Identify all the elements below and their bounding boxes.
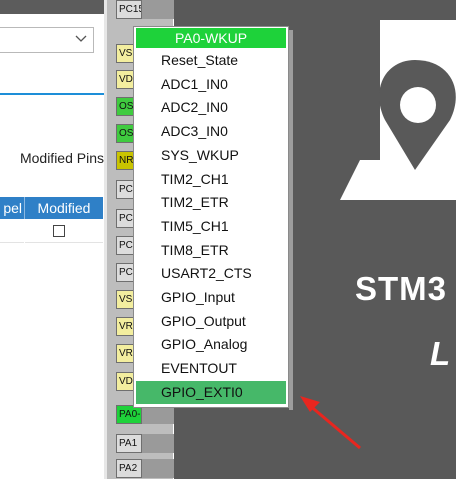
menu-item[interactable]: EVENTOUT: [136, 357, 286, 380]
column-header-modified[interactable]: Modified: [25, 197, 103, 219]
pin-0[interactable]: PC15: [116, 0, 142, 19]
menu-item[interactable]: ADC2_IN0: [136, 96, 286, 119]
chip-package-text: L: [430, 335, 451, 372]
pinout-config-panel: Modified Pins pel Modified: [0, 0, 106, 479]
menu-item[interactable]: USART2_CTS: [136, 262, 286, 285]
pin-lead: [142, 459, 174, 478]
menu-item[interactable]: GPIO_Output: [136, 310, 286, 333]
menu-header-pin-name: PA0-WKUP: [136, 28, 286, 48]
pin-15[interactable]: PA1: [116, 434, 142, 453]
red-arrow-icon: [300, 396, 361, 450]
pin-lead: [142, 434, 174, 453]
menu-item[interactable]: TIM2_ETR: [136, 191, 286, 214]
menu-item[interactable]: TIM2_CH1: [136, 168, 286, 191]
menu-item[interactable]: SYS_WKUP: [136, 144, 286, 167]
modified-checkbox[interactable]: [53, 225, 65, 237]
pin-16[interactable]: PA2: [116, 459, 142, 478]
column-header-label[interactable]: pel: [0, 197, 24, 219]
modified-pins-checkbox-label[interactable]: Modified Pins: [0, 150, 104, 166]
chip-name-text: STM3: [355, 270, 448, 307]
panel-top-strip: [0, 0, 106, 14]
menu-item[interactable]: TIM8_ETR: [136, 239, 286, 262]
table-row-label-cell: [0, 219, 24, 243]
menu-item[interactable]: GPIO_Input: [136, 286, 286, 309]
panel-divider: [0, 93, 106, 95]
menu-item[interactable]: ADC1_IN0: [136, 73, 286, 96]
pin-lead: [142, 0, 174, 19]
dropdown-shadow: [289, 30, 293, 410]
menu-item[interactable]: Reset_State: [136, 49, 286, 72]
chevron-down-icon[interactable]: [74, 32, 88, 46]
pin-function-menu: PA0-WKUP Reset_State ADC1_IN0 ADC2_IN0 ADC3…: [133, 26, 289, 408]
menu-item[interactable]: GPIO_Analog: [136, 333, 286, 356]
menu-item[interactable]: ADC3_IN0: [136, 120, 286, 143]
menu-item[interactable]: GPIO_EXTI0: [136, 380, 286, 404]
menu-item[interactable]: TIM5_CH1: [136, 215, 286, 238]
st-logo-icon: [340, 20, 456, 200]
